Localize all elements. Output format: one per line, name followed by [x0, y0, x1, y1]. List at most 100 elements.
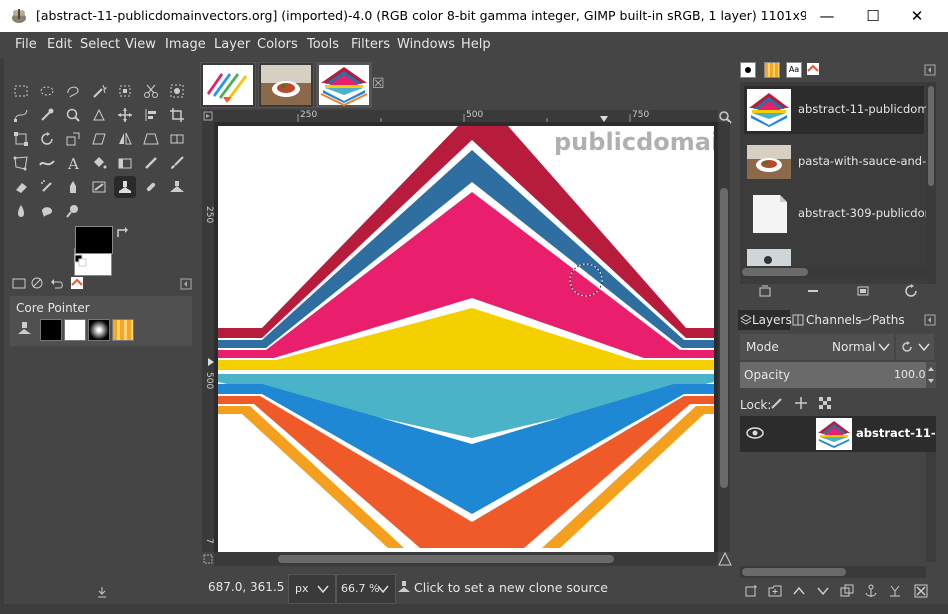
device-pattern-swatch[interactable]: [112, 319, 134, 341]
image-tab-abstract-11[interactable]: [316, 62, 372, 108]
eraser-tool[interactable]: [10, 176, 32, 198]
image-list-item[interactable]: [744, 242, 924, 266]
fonts-tab-icon[interactable]: Aa: [786, 62, 802, 78]
new-layer-icon[interactable]: [744, 584, 758, 598]
configure-tab-icon[interactable]: [924, 314, 936, 326]
close-image-tabs-icon[interactable]: ☒: [372, 76, 385, 92]
menu-layer[interactable]: Layer: [214, 37, 250, 52]
device-brush-swatch[interactable]: [88, 319, 110, 341]
images-vertical-scrollbar[interactable]: [926, 82, 936, 284]
menu-windows[interactable]: Windows: [397, 37, 455, 52]
patterns-tab-icon[interactable]: [764, 62, 780, 78]
configure-tab-icon[interactable]: [924, 64, 936, 76]
device-fg-swatch[interactable]: [40, 319, 62, 341]
vertical-scrollbar[interactable]: [718, 122, 730, 552]
smudge-tool[interactable]: [36, 200, 58, 222]
images-vertical-scroll-thumb[interactable]: [928, 86, 934, 186]
minimize-button[interactable]: —: [804, 0, 850, 32]
scale-tool[interactable]: [62, 128, 84, 150]
paths-tool[interactable]: [10, 104, 32, 126]
free-select-tool[interactable]: [62, 80, 84, 102]
horizontal-ruler[interactable]: 250 500 750: [214, 110, 718, 122]
zoom-tool[interactable]: [62, 104, 84, 126]
perspective-tool[interactable]: [140, 128, 162, 150]
image-tab-abstract-309[interactable]: [200, 62, 256, 108]
image-canvas[interactable]: [214, 122, 718, 552]
undo-history-tab-icon[interactable]: [50, 276, 64, 290]
configure-tab-icon[interactable]: [180, 278, 192, 290]
brushes-tab-icon[interactable]: [740, 62, 756, 78]
default-colors-icon[interactable]: [74, 254, 88, 268]
menu-view[interactable]: View: [125, 37, 156, 52]
warp-transform-tool[interactable]: [36, 152, 58, 174]
menu-file[interactable]: File: [15, 37, 37, 52]
close-button[interactable]: ✕: [894, 0, 940, 32]
new-view-icon[interactable]: [856, 284, 870, 298]
foreground-color-swatch[interactable]: [75, 226, 113, 254]
tab-paths[interactable]: Paths: [856, 310, 910, 330]
pencil-tool[interactable]: [140, 152, 162, 174]
lock-position-icon[interactable]: [794, 396, 808, 410]
unit-select[interactable]: px: [288, 574, 336, 604]
heal-tool[interactable]: [140, 176, 162, 198]
swap-colors-icon[interactable]: [116, 226, 130, 240]
select-by-color-tool[interactable]: [114, 80, 136, 102]
3d-transform-tool[interactable]: [166, 128, 188, 150]
layers-horizontal-scrollbar[interactable]: [740, 566, 926, 578]
images-horizontal-scroll-thumb[interactable]: [742, 268, 808, 276]
save-device-icon[interactable]: [96, 586, 108, 598]
lower-layer-icon[interactable]: [816, 584, 830, 598]
ink-tool[interactable]: [62, 176, 84, 198]
images-tab-icon[interactable]: [70, 276, 84, 290]
new-layer-group-icon[interactable]: [768, 584, 782, 598]
device-status-tab-icon[interactable]: [30, 276, 44, 290]
menu-image[interactable]: Image: [165, 37, 206, 52]
unified-transform-tool[interactable]: [10, 128, 32, 150]
layers-horizontal-scroll-thumb[interactable]: [742, 568, 846, 576]
duplicate-layer-icon[interactable]: [840, 584, 854, 598]
horizontal-scrollbar[interactable]: [214, 552, 718, 566]
flip-tool[interactable]: [114, 128, 136, 150]
color-picker-tool[interactable]: [36, 104, 58, 126]
tool-options-tab-icon[interactable]: [12, 276, 26, 290]
fuzzy-select-tool[interactable]: [88, 80, 110, 102]
scissors-select-tool[interactable]: [140, 80, 162, 102]
shear-tool[interactable]: [88, 128, 110, 150]
vertical-ruler[interactable]: 250 500 7: [202, 122, 214, 552]
tab-layers[interactable]: Layers: [738, 310, 792, 330]
navigate-image-icon[interactable]: [718, 552, 732, 566]
menu-tools[interactable]: Tools: [307, 37, 339, 52]
ruler-corner[interactable]: [202, 110, 214, 122]
rotate-tool[interactable]: [36, 128, 58, 150]
images-tab-icon[interactable]: [806, 62, 820, 76]
zoom-select[interactable]: 66.7 %: [336, 574, 396, 604]
anchor-layer-icon[interactable]: [864, 584, 878, 598]
opacity-slider[interactable]: Opacity 100.0: [740, 362, 926, 388]
paintbrush-tool[interactable]: [166, 152, 188, 174]
quick-mask-icon[interactable]: [202, 552, 214, 566]
measure-tool[interactable]: [88, 104, 110, 126]
dodge-burn-tool[interactable]: [62, 200, 84, 222]
perspective-clone-tool[interactable]: [166, 176, 188, 198]
ellipse-select-tool[interactable]: [36, 80, 58, 102]
eye-icon[interactable]: [746, 425, 764, 441]
lock-pixels-icon[interactable]: [770, 396, 784, 410]
menu-filters[interactable]: Filters: [351, 37, 390, 52]
menu-help[interactable]: Help: [461, 37, 491, 52]
device-bg-swatch[interactable]: [64, 319, 86, 341]
horizontal-scroll-thumb[interactable]: [278, 555, 614, 563]
rect-select-tool[interactable]: [10, 80, 32, 102]
gradient-tool[interactable]: [114, 152, 136, 174]
refresh-icon[interactable]: [904, 284, 918, 298]
text-tool[interactable]: A: [62, 152, 84, 174]
composite-mode-button[interactable]: [896, 334, 934, 360]
image-tab-pasta[interactable]: [258, 62, 314, 108]
raise-layer-icon[interactable]: [792, 584, 806, 598]
crop-tool[interactable]: [166, 104, 188, 126]
lock-alpha-icon[interactable]: [818, 396, 832, 410]
image-list-item[interactable]: pasta-with-sauce-and-veg: [744, 138, 928, 186]
blur-sharpen-tool[interactable]: [10, 200, 32, 222]
merge-layer-icon[interactable]: [888, 584, 902, 598]
images-horizontal-scrollbar[interactable]: [740, 266, 926, 278]
airbrush-tool[interactable]: [36, 176, 58, 198]
